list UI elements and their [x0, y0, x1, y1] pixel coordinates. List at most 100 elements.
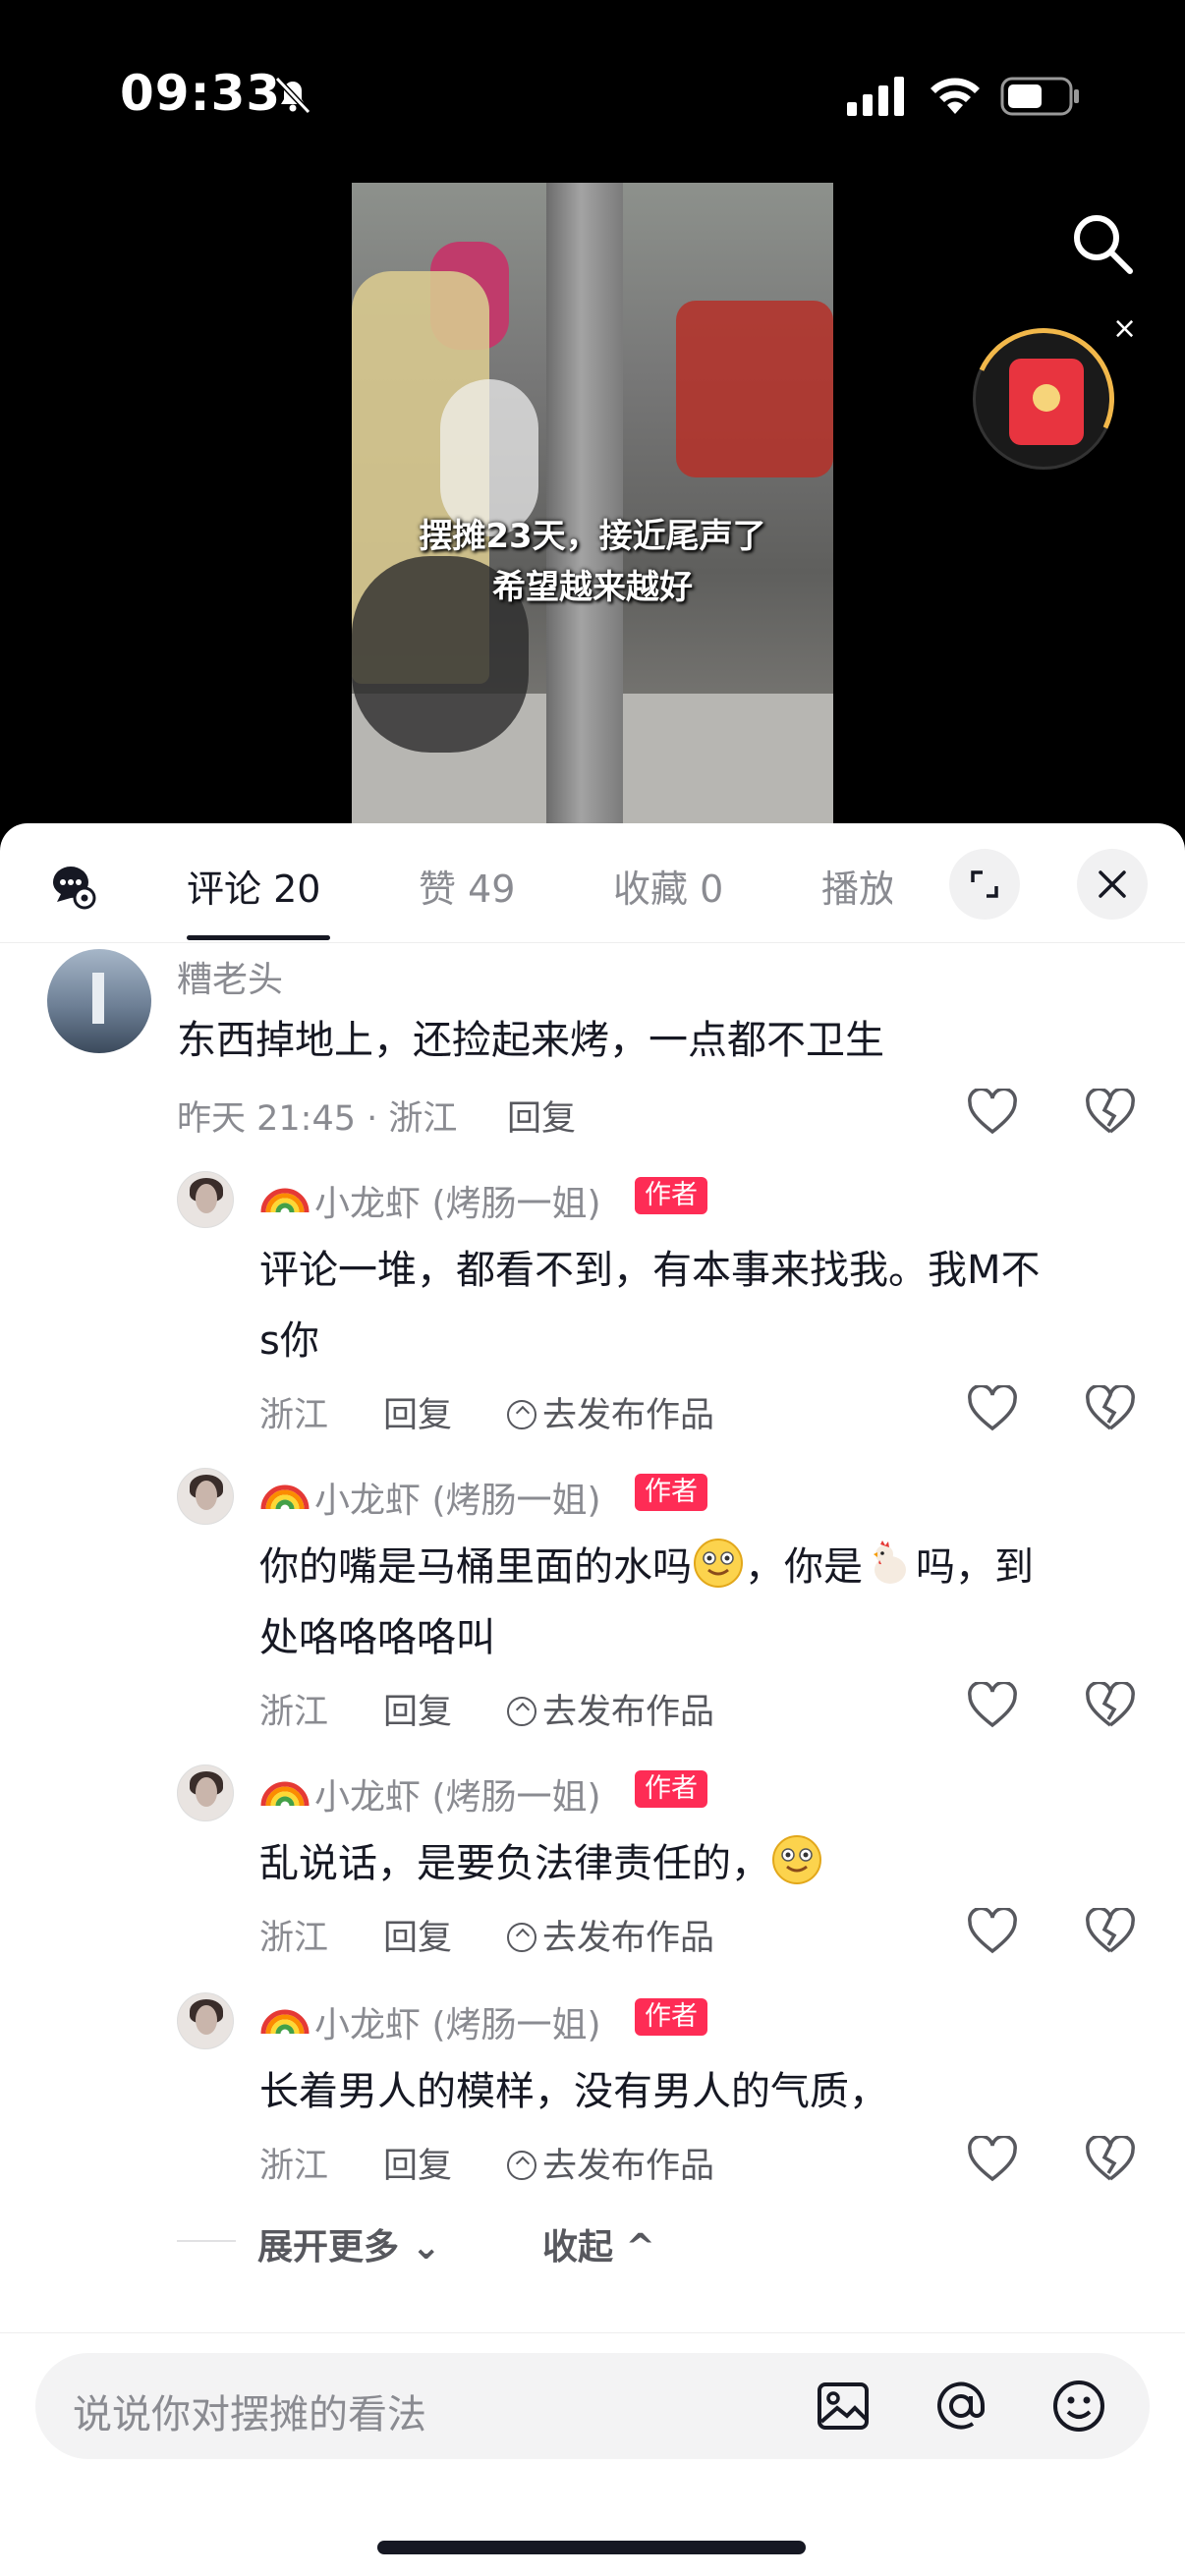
dislike-broken-heart-icon[interactable] [1085, 1385, 1136, 1432]
like-heart-icon[interactable] [967, 1089, 1018, 1136]
publish-work-link[interactable]: 去发布作品 [507, 1910, 714, 1960]
like-heart-icon[interactable] [967, 1385, 1018, 1432]
upload-icon [507, 2151, 536, 2180]
expand-sheet-button[interactable] [949, 849, 1020, 920]
dislike-broken-heart-icon[interactable] [1085, 1908, 1136, 1955]
emoji-icon[interactable] [1047, 2375, 1110, 2437]
publish-label: 去发布作品 [542, 2147, 715, 2186]
collapse-button[interactable]: 收起 ^ [542, 2218, 655, 2269]
reply-avatar[interactable] [177, 1764, 234, 1821]
status-time: 09:33 [120, 65, 282, 122]
chevron-up-icon: ^ [625, 2227, 655, 2268]
cellular-signal-icon [847, 77, 904, 116]
upload-icon [507, 1697, 536, 1726]
close-sheet-button[interactable] [1077, 849, 1148, 920]
reply-text-part: ，你是 [745, 1544, 863, 1590]
reply-text: s你 [259, 1318, 319, 1364]
avatar-photo [196, 1481, 217, 1510]
reply-username[interactable]: 小龙虾 (烤肠一姐) [314, 1768, 601, 1820]
reply-text: 你的嘴是马桶里面的水吗 ，你是 吗，到 [259, 1533, 1034, 1601]
author-badge: 作者 [635, 1998, 707, 2036]
reply-text: 处咯咯咯咯叫 [259, 1615, 495, 1660]
thread-divider [177, 2240, 236, 2242]
publish-work-link[interactable]: 去发布作品 [507, 1684, 714, 1734]
expand-icon [971, 870, 998, 898]
avatar[interactable] [47, 949, 151, 1053]
reply-text: 乱说话，是要负法律责任的， [259, 1829, 823, 1898]
reply-location: 浙江 [259, 1396, 329, 1435]
reply-avatar[interactable] [177, 1992, 234, 2049]
comment-input-placeholder: 说说你对摆摊的看法 [73, 2392, 426, 2437]
mention-icon[interactable] [930, 2375, 992, 2437]
reply-button[interactable]: 回复 [383, 1910, 452, 1960]
reply-button[interactable]: 回复 [383, 2138, 452, 2188]
dislike-broken-heart-icon[interactable] [1085, 1682, 1136, 1729]
reply-text-part: 乱说话，是要负法律责任的， [259, 1841, 770, 1886]
reply-username[interactable]: 小龙虾 (烤肠一姐) [314, 1175, 601, 1226]
reply-text: 评论一堆，都看不到，有本事来找我。我M不 [259, 1248, 1041, 1293]
dislike-broken-heart-icon[interactable] [1085, 2136, 1136, 2183]
author-badge: 作者 [635, 1770, 707, 1808]
expand-more-button[interactable]: 展开更多 ⌄ [257, 2218, 441, 2269]
video-figure [676, 301, 833, 477]
like-heart-icon[interactable] [967, 2136, 1018, 2183]
comment-time-location: 昨天 21:45 · 浙江 [177, 1099, 458, 1139]
rainbow-icon [260, 1781, 310, 1806]
reply-avatar[interactable] [177, 1171, 234, 1228]
collapse-label: 收起 [542, 2227, 614, 2268]
comment-settings-icon[interactable] [49, 863, 96, 910]
chevron-down-icon: ⌄ [411, 2227, 441, 2268]
comment-username[interactable]: 糟老头 [177, 951, 283, 1002]
comment-tabs: 评论 20 赞 49 收藏 0 播放 [0, 823, 1185, 943]
rainbow-icon [260, 1188, 310, 1212]
tab-comments[interactable]: 评论 20 [187, 859, 320, 913]
reply-location: 浙江 [259, 2147, 329, 2186]
reply-button[interactable]: 回复 [507, 1091, 576, 1141]
reply-location: 浙江 [259, 1919, 329, 1958]
publish-label: 去发布作品 [542, 1693, 715, 1732]
smile-emoji-icon [694, 1539, 743, 1588]
upload-icon [507, 1400, 536, 1429]
reply-location: 浙江 [259, 1693, 329, 1732]
rainbow-icon [260, 1484, 310, 1509]
reply-avatar[interactable] [177, 1468, 234, 1525]
tab-plays[interactable]: 播放 [821, 859, 892, 913]
search-icon[interactable] [1069, 210, 1136, 277]
upload-icon [507, 1923, 536, 1952]
reply-username[interactable]: 小龙虾 (烤肠一姐) [314, 1996, 601, 2047]
comment-input[interactable]: 说说你对摆摊的看法 [35, 2353, 1150, 2459]
avatar-photo [196, 1777, 217, 1807]
dislike-broken-heart-icon[interactable] [1085, 1089, 1136, 1136]
avatar-photo [196, 2005, 217, 2035]
avatar-photo [196, 1184, 217, 1213]
red-packet-button[interactable] [952, 308, 1135, 490]
reply-text-part: 你的嘴是马桶里面的水吗 [259, 1544, 692, 1590]
comment-text: 东西掉地上，还捡起来烤，一点都不卫生 [177, 1018, 884, 1063]
like-heart-icon[interactable] [967, 1908, 1018, 1955]
reply-text-part: 吗，到 [916, 1544, 1034, 1590]
publish-label: 去发布作品 [542, 1396, 715, 1435]
video-caption: 摆摊23天，接近尾声了 [419, 517, 766, 556]
publish-label: 去发布作品 [542, 1919, 715, 1958]
reply-button[interactable]: 回复 [383, 1387, 452, 1437]
status-bar: 09:33 [0, 0, 1185, 187]
like-heart-icon[interactable] [967, 1682, 1018, 1729]
author-badge: 作者 [635, 1177, 707, 1214]
expand-label: 展开更多 [257, 2227, 400, 2268]
reply-button[interactable]: 回复 [383, 1684, 452, 1734]
author-badge: 作者 [635, 1474, 707, 1511]
active-tab-underline [187, 935, 330, 940]
video-pole [546, 183, 623, 831]
publish-work-link[interactable]: 去发布作品 [507, 1387, 714, 1437]
tab-favorites[interactable]: 收藏 0 [613, 859, 723, 913]
wifi-icon [931, 78, 980, 114]
tab-likes[interactable]: 赞 49 [419, 859, 515, 913]
publish-work-link[interactable]: 去发布作品 [507, 2138, 714, 2188]
reply-username[interactable]: 小龙虾 (烤肠一姐) [314, 1472, 601, 1523]
image-icon[interactable] [812, 2375, 875, 2437]
comment-input-bar: 说说你对摆摊的看法 [0, 2332, 1185, 2576]
close-red-packet-icon[interactable]: × [1112, 314, 1137, 344]
chicken-emoji-icon [874, 1540, 906, 1584]
video-player[interactable]: 摆摊23天，接近尾声了 希望越来越好 [352, 183, 833, 831]
battery-icon [1000, 77, 1079, 116]
